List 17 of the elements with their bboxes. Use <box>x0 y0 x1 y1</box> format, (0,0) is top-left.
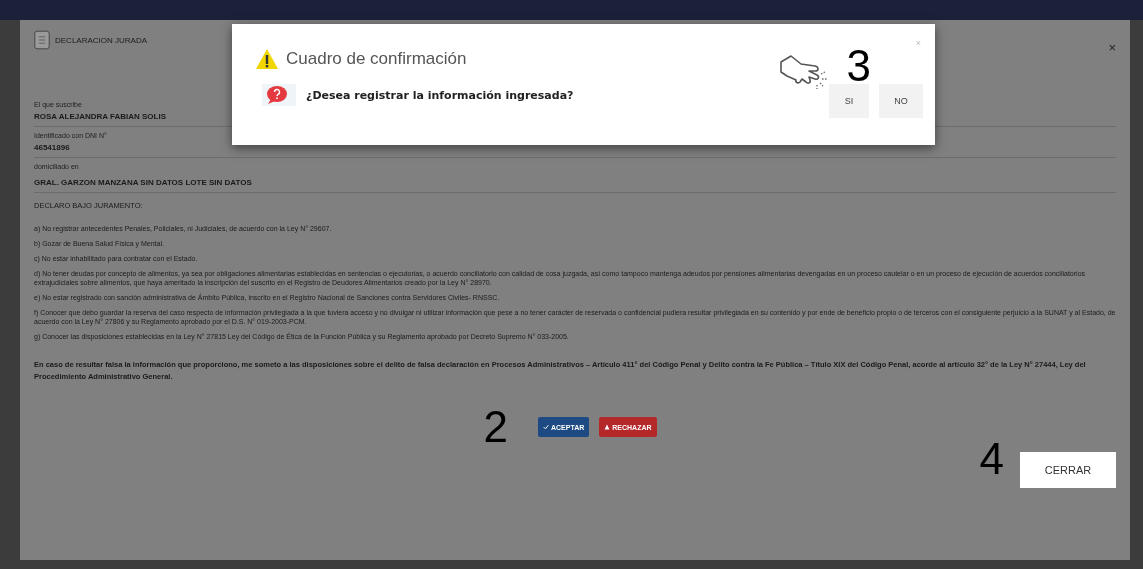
step-number: 2 <box>483 405 508 449</box>
question-bubble-icon <box>262 84 296 106</box>
field-value: 46541896 <box>34 143 71 152</box>
step-number: 4 <box>979 437 1004 481</box>
close-modal-button[interactable]: CERRAR <box>1020 452 1116 488</box>
field-value: ROSA ALEJANDRA FABIAN SOLIS <box>34 112 167 121</box>
dialog-question: ¿Desea registrar la información ingresada? <box>306 88 574 102</box>
warning-icon <box>254 48 280 70</box>
dialog-button[interactable]: SI <box>829 84 869 118</box>
check-icon <box>542 424 549 430</box>
warning-icon <box>604 424 611 430</box>
dialog-title: Cuadro de confirmación <box>286 49 467 69</box>
modal-title: DECLARACION JURADA <box>55 36 147 45</box>
close-button[interactable]: × <box>1108 40 1116 55</box>
document-icon <box>34 30 50 50</box>
field-value: GRAL. GARZON MANZANA SIN DATOS LOTE SIN DATOS <box>34 178 253 187</box>
dialog-button[interactable]: NO <box>879 84 923 118</box>
